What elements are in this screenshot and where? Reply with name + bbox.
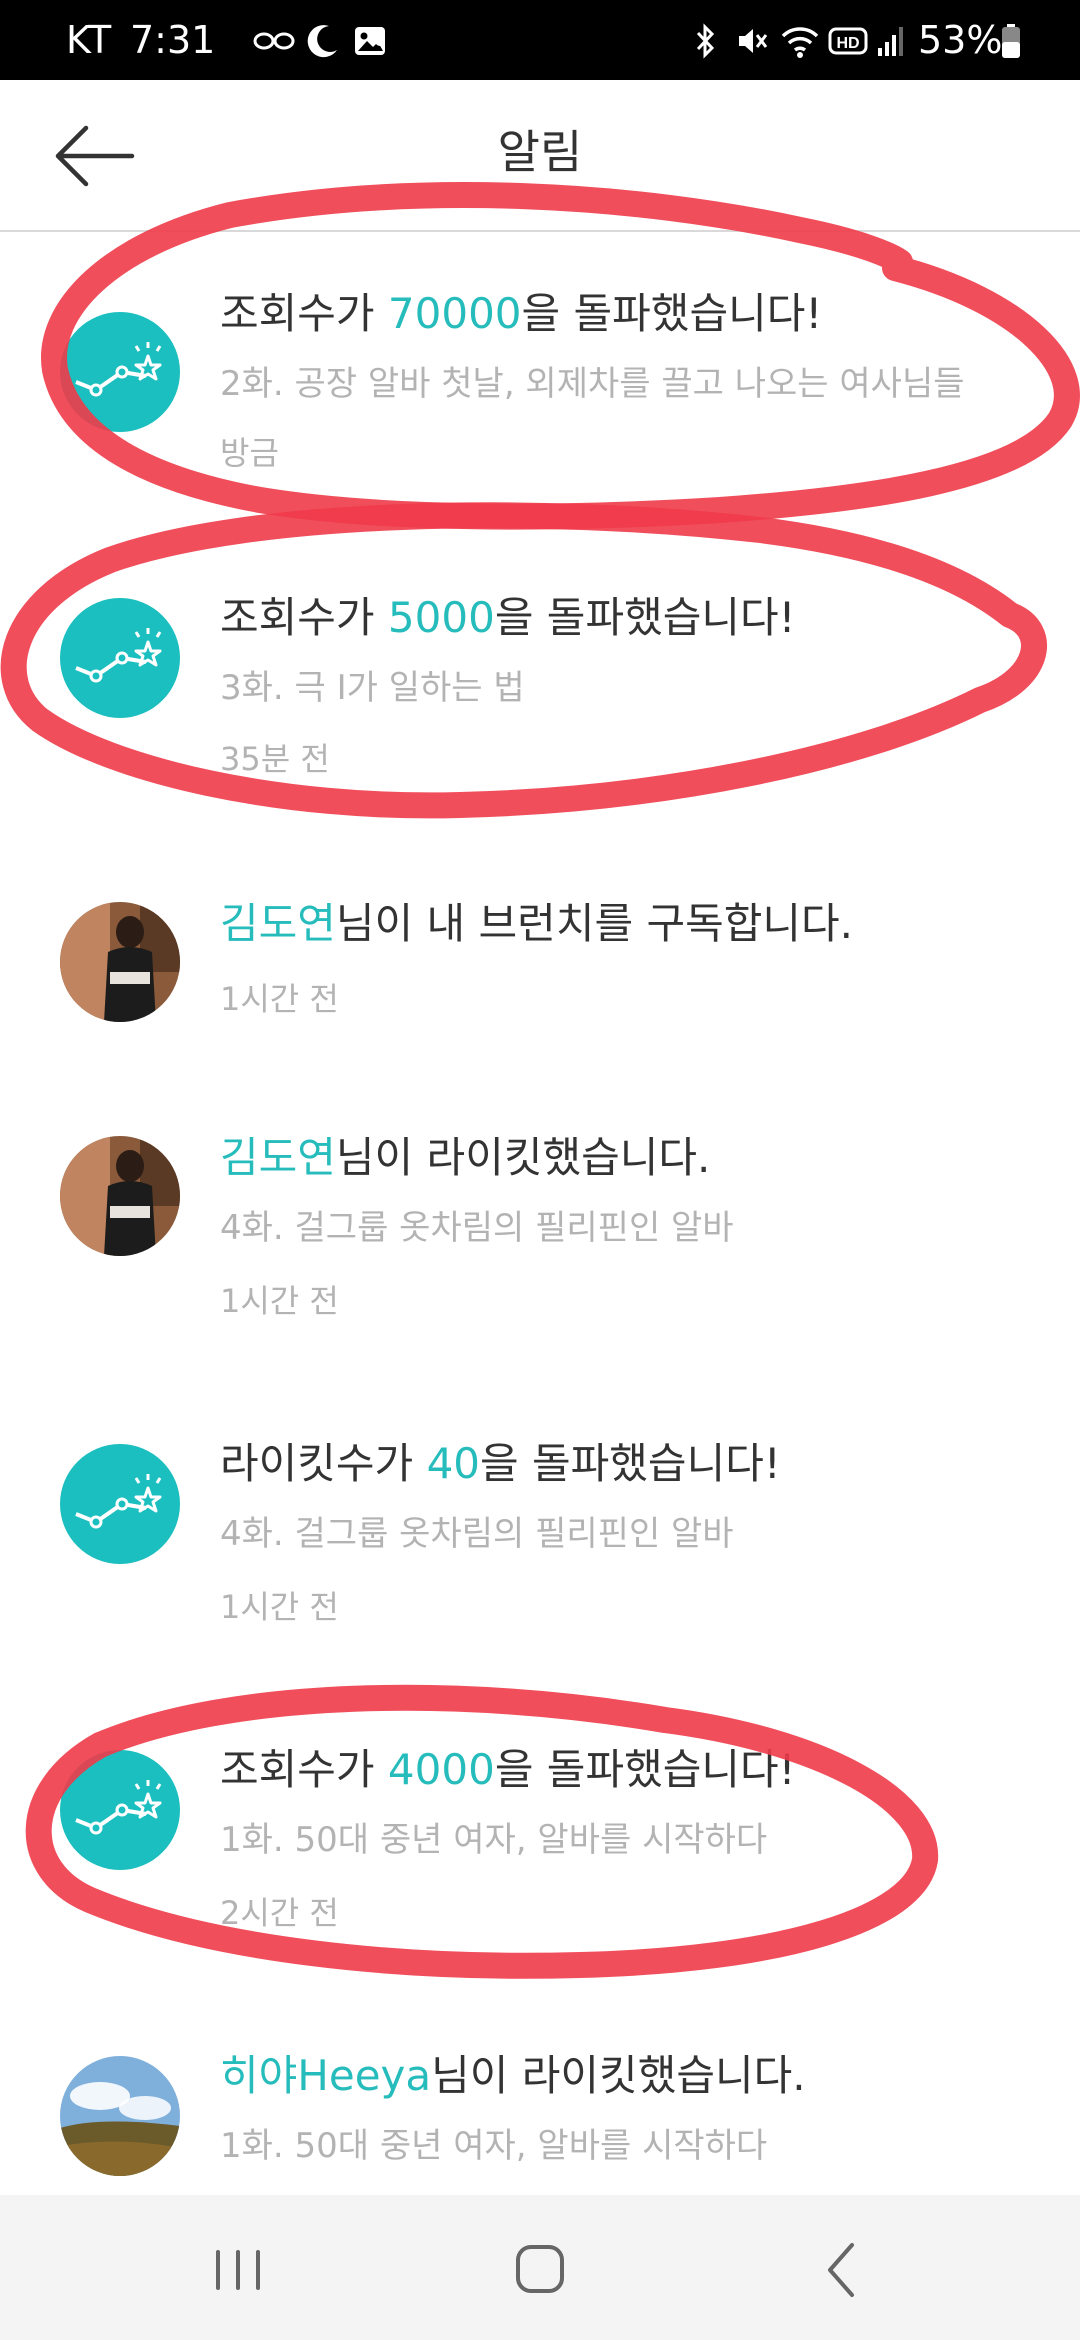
notification-title: 김도연님이 라이킷했습니다. xyxy=(220,1133,711,1182)
highlight-value: 4000 xyxy=(387,1745,495,1794)
page-title: 알림 xyxy=(497,125,583,179)
moon-icon xyxy=(307,25,337,58)
battery-icon xyxy=(1002,24,1020,58)
notification-item[interactable]: 라이킷수가 40을 돌파했습니다! 4화. 걸그룹 옷차림의 필리핀인 알바 1… xyxy=(0,1420,1080,1720)
app-header: 알림 xyxy=(0,80,1080,232)
stats-star-icon xyxy=(60,1750,180,1870)
timestamp: 1시간 전 xyxy=(220,980,339,1018)
notification-item[interactable]: 조회수가 5000을 돌파했습니다! 3화. 극 I가 일하는 법 35분 전 xyxy=(0,540,1080,840)
back-chevron-icon[interactable] xyxy=(797,2230,887,2310)
wifi-icon xyxy=(781,27,819,58)
stats-star-icon xyxy=(60,1444,180,1564)
signal-icon xyxy=(878,27,903,56)
user-name: 히야Heeya xyxy=(220,2051,432,2100)
episode-title: 2화. 공장 알바 첫날, 외제차를 끌고 나오는 여사님들 xyxy=(220,364,965,404)
carrier-label: KT xyxy=(66,18,112,62)
user-name: 김도연 xyxy=(220,1133,336,1182)
user-photo xyxy=(60,2056,180,2176)
highlight-value: 70000 xyxy=(387,289,522,338)
user-photo xyxy=(60,902,180,1022)
user-photo xyxy=(60,1136,180,1256)
status-bar: KT 7:31 HD 53% xyxy=(0,0,1080,80)
timestamp: 방금 xyxy=(220,434,279,472)
episode-title: 1화. 50대 중년 여자, 알바를 시작하다 xyxy=(220,1820,768,1860)
battery-percent: 53% xyxy=(918,18,1003,62)
episode-title: 4화. 걸그룹 옷차림의 필리핀인 알바 xyxy=(220,1208,734,1248)
timestamp: 35분 전 xyxy=(220,740,330,778)
dot-icon xyxy=(375,36,385,46)
clock: 7:31 xyxy=(130,18,216,62)
timestamp: 1시간 전 xyxy=(220,1282,339,1320)
timestamp: 2시간 전 xyxy=(220,1894,339,1932)
notification-item[interactable]: 김도연님이 라이킷했습니다. 4화. 걸그룹 옷차림의 필리핀인 알바 1시간 … xyxy=(0,1120,1080,1420)
recents-icon[interactable] xyxy=(193,2230,283,2310)
mute-icon xyxy=(739,29,768,53)
notification-title: 조회수가 5000을 돌파했습니다! xyxy=(220,593,796,642)
episode-title: 1화. 50대 중년 여자, 알바를 시작하다 xyxy=(220,2126,768,2166)
episode-title: 3화. 극 I가 일하는 법 xyxy=(220,668,525,708)
notification-item[interactable]: 김도연님이 내 브런치를 구독합니다. 1시간 전 xyxy=(0,860,1080,1160)
notification-item[interactable]: 조회수가 70000을 돌파했습니다! 2화. 공장 알바 첫날, 외제차를 끌… xyxy=(0,232,1080,532)
hd-icon: HD xyxy=(828,27,868,55)
notification-title: 김도연님이 내 브런치를 구독합니다. xyxy=(220,899,854,948)
notification-item[interactable]: 조회수가 4000을 돌파했습니다! 1화. 50대 중년 여자, 알바를 시작… xyxy=(0,1700,1080,2000)
notification-item[interactable]: 히야Heeya님이 라이킷했습니다. 1화. 50대 중년 여자, 알바를 시작… xyxy=(0,2020,1080,2195)
notification-title: 조회수가 70000을 돌파했습니다! xyxy=(220,289,823,338)
notification-title: 조회수가 4000을 돌파했습니다! xyxy=(220,1745,796,1794)
stats-star-icon xyxy=(60,312,180,432)
system-nav-bar xyxy=(0,2195,1080,2340)
highlight-value: 40 xyxy=(426,1439,481,1488)
highlight-value: 5000 xyxy=(387,593,495,642)
notification-title: 히야Heeya님이 라이킷했습니다. xyxy=(220,2051,806,2100)
timestamp: 1시간 전 xyxy=(220,1588,339,1626)
home-icon[interactable] xyxy=(495,2230,585,2310)
user-name: 김도연 xyxy=(220,899,336,948)
bluetooth-icon xyxy=(696,23,715,59)
link-icon xyxy=(253,32,295,50)
episode-title: 4화. 걸그룹 옷차림의 필리핀인 알바 xyxy=(220,1514,734,1554)
stats-star-icon xyxy=(60,598,180,718)
notification-title: 라이킷수가 40을 돌파했습니다! xyxy=(220,1439,781,1488)
svg-text:HD: HD xyxy=(836,35,859,52)
